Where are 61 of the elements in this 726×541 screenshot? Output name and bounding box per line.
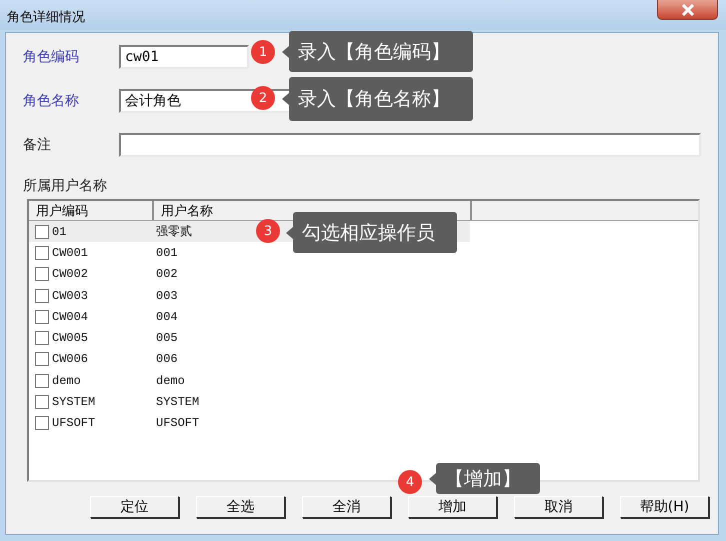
table-cell: 001 xyxy=(156,246,178,260)
table-cell: SYSTEM xyxy=(156,395,200,410)
dialog-button[interactable]: 全消 xyxy=(302,496,391,518)
callout-pointer xyxy=(286,226,293,238)
table-cell-text: CW006 xyxy=(52,352,90,366)
dialog-button[interactable]: 定位 xyxy=(90,496,179,518)
user-row[interactable]: UFSOFT UFSOFT xyxy=(29,412,470,434)
window-title: 角色详细情况 xyxy=(6,9,85,26)
table-cell: 004 xyxy=(156,310,178,324)
table-cell-text: UFSOFT xyxy=(52,416,96,430)
callout-pointer xyxy=(282,93,289,105)
user-row[interactable]: SYSTEM SYSTEM xyxy=(29,391,470,413)
section-title: 所属用户名称 xyxy=(22,177,108,196)
callout-tooltip: 【增加】 xyxy=(436,463,540,494)
table-cell-text: SYSTEM xyxy=(52,395,96,410)
checkbox[interactable] xyxy=(35,352,49,366)
table-cell-text: CW004 xyxy=(52,310,90,324)
field-label: 角色名称 xyxy=(23,92,80,110)
checkbox[interactable] xyxy=(35,310,49,324)
table-cell: 003 xyxy=(156,288,178,303)
user-row[interactable]: CW006 006 xyxy=(29,348,470,370)
table-cell-text: 强零贰 xyxy=(156,224,192,240)
checkbox[interactable] xyxy=(35,246,49,260)
user-row[interactable]: CW003 003 xyxy=(29,284,470,306)
field-label: 角色编码 xyxy=(23,48,80,66)
callout-tooltip: 勾选相应操作员 xyxy=(293,212,457,253)
input-field[interactable] xyxy=(119,133,701,157)
callout-tooltip: 录入【角色编码】 xyxy=(289,31,473,72)
user-row[interactable]: demo demo xyxy=(29,370,470,392)
table-cell: 005 xyxy=(156,331,178,346)
checkbox[interactable] xyxy=(35,288,49,303)
user-row[interactable]: CW002 002 xyxy=(29,264,470,285)
table-cell: UFSOFT xyxy=(156,416,200,430)
dialog-button[interactable]: 取消 xyxy=(514,496,603,518)
table-cell-text: CW001 xyxy=(52,246,90,260)
table-cell-text: CW003 xyxy=(52,288,90,303)
table-cell-text: demo xyxy=(52,374,82,388)
callout-tooltip: 录入【角色名称】 xyxy=(289,77,473,121)
table-cell: 002 xyxy=(156,267,178,282)
checkbox[interactable] xyxy=(35,331,49,346)
table-cell: 006 xyxy=(156,352,178,366)
checkbox[interactable] xyxy=(35,374,49,388)
checkbox[interactable] xyxy=(35,267,49,282)
checkbox[interactable] xyxy=(35,224,49,239)
table-cell-text: CW005 xyxy=(52,331,90,346)
dialog-button[interactable]: 帮助(H) xyxy=(620,496,709,518)
checkbox[interactable] xyxy=(35,395,49,410)
callout-pointer xyxy=(282,46,289,58)
user-row[interactable]: CW005 005 xyxy=(29,327,470,349)
table-cell-text: CW002 xyxy=(52,267,90,282)
callout-pointer xyxy=(429,472,436,484)
user-row[interactable]: CW004 004 xyxy=(29,306,470,328)
close-button[interactable] xyxy=(657,0,718,20)
dialog-button[interactable]: 增加 xyxy=(408,496,497,518)
dialog-button[interactable]: 全选 xyxy=(196,496,285,518)
table-cell-text: 01 xyxy=(52,224,68,239)
checkbox[interactable] xyxy=(35,416,49,430)
table-cell: demo xyxy=(156,374,185,388)
close-icon xyxy=(680,4,694,16)
field-label: 备注 xyxy=(23,136,52,154)
input-field[interactable]: cw01 xyxy=(119,45,249,69)
